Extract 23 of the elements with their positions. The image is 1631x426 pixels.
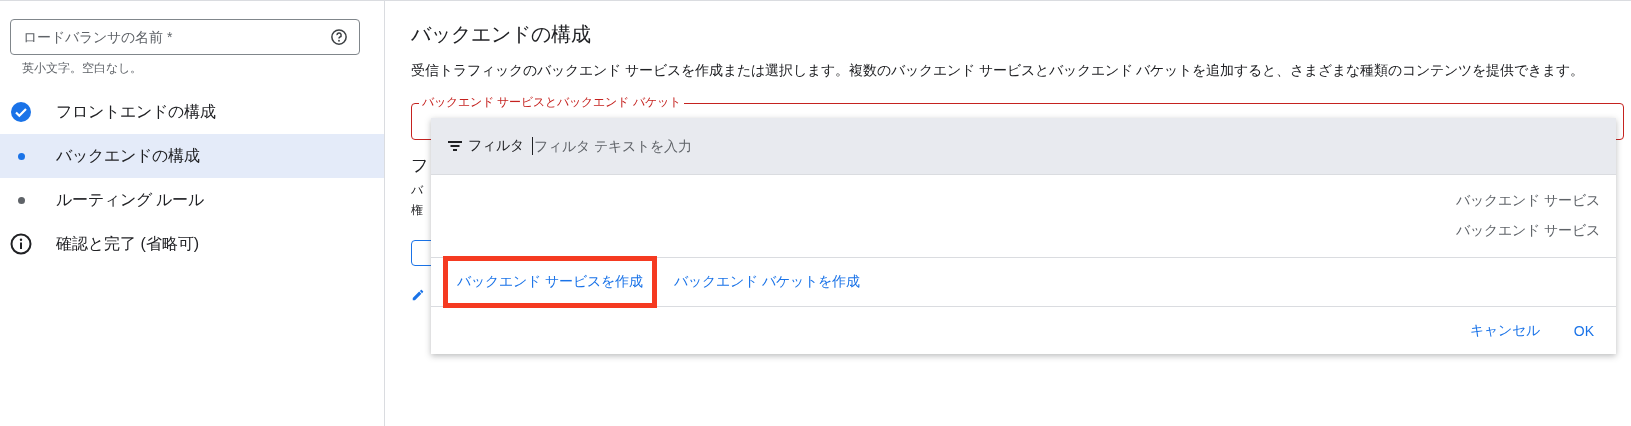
step-item[interactable]: フロントエンドの構成 (0, 90, 384, 134)
create-link[interactable]: バックエンド バケットを作成 (673, 274, 860, 289)
help-icon[interactable] (330, 28, 348, 46)
create-link[interactable]: バックエンド サービスを作成 (457, 274, 643, 289)
step-item[interactable]: バックエンドの構成 (0, 134, 384, 178)
option-item[interactable]: バックエンド サービス (1456, 222, 1600, 240)
description-text: バ (411, 182, 423, 198)
filter-input[interactable]: フィルタ テキストを入力 (532, 137, 936, 155)
description-text: 受信トラフィックのバックエンド サービスを作成または選択します。複数のバックエンド サービスとバックエンド バケットを追加すると、さまざまな種類のコンテンツを提供できます。 (411, 62, 1585, 80)
step-item[interactable]: ルーティング ルール (0, 178, 384, 222)
cancel-button[interactable]: キャンセル (1457, 315, 1552, 346)
hint-text: 英小文字。空白なし。 (22, 60, 142, 77)
filter-icon (448, 141, 462, 151)
ok-button[interactable]: OK (1561, 316, 1606, 345)
step-item[interactable]: 確認と完了 (省略可) (0, 222, 384, 266)
filter-label: フィルタ (468, 137, 524, 155)
description-text: 権 (411, 202, 423, 218)
option-item[interactable]: バックエンド サービス (1456, 192, 1600, 210)
name-field[interactable]: ロードバランサの名前 * (10, 19, 360, 55)
section-title: バックエンドの構成 (411, 22, 591, 47)
field-label: バックエンド サービスとバックエンド バケット (419, 94, 684, 110)
pencil-icon[interactable] (411, 288, 425, 302)
section-heading: フ (411, 155, 428, 177)
